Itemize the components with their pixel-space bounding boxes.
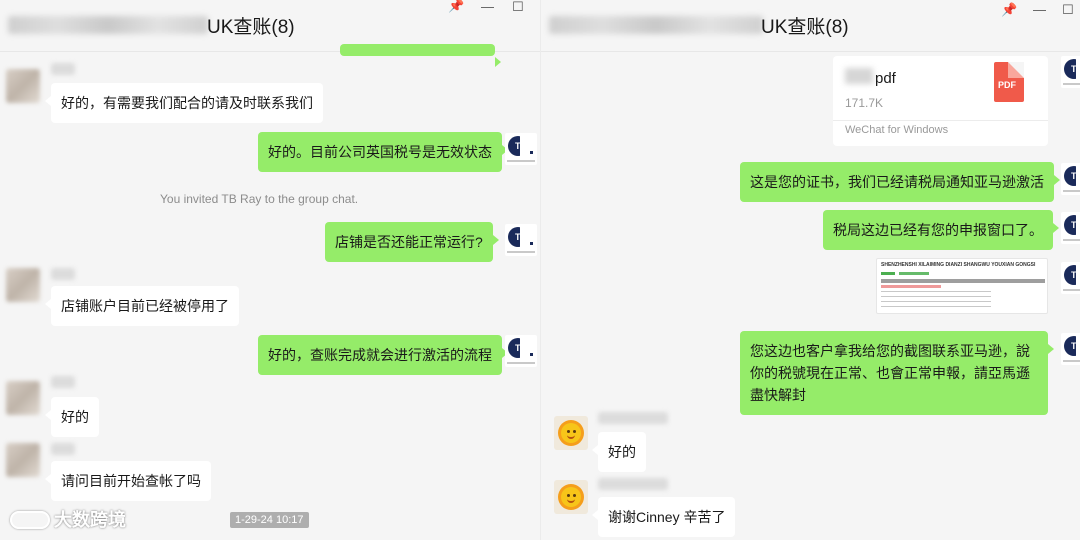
tb-logo-icon[interactable]: TB [505, 224, 537, 256]
message-bubble-outgoing[interactable]: 您这边也客户拿我给您的截图联系亚马逊，說你的税號現在正常、也會正常申報，請亞馬遜… [740, 331, 1054, 415]
minimize-button[interactable]: — [481, 0, 494, 14]
sun-avatar-icon[interactable] [554, 480, 588, 514]
chat-window-right: UK查账(8) 📌 — ☐ pdf 171.7K WeChat for Wind… [540, 0, 1080, 540]
timestamp: 1-29-24 10:17 [230, 512, 309, 528]
tb-logo-icon[interactable]: TB [505, 335, 537, 367]
message-bubble-incoming[interactable]: 好的 [592, 432, 646, 472]
watermark-text: 大数跨境 [54, 510, 126, 530]
avatar[interactable] [6, 268, 40, 302]
image-caption: SHENZHENSHI XILAIMING DIANZI SHANGWU YOU… [881, 262, 1036, 268]
sender-name-blurred [51, 443, 75, 455]
chat-window-left: UK查账(8) 📌 — ☐ 好的，有需要我们配合的请及时联系我们 好的。目前公司… [0, 0, 540, 540]
tb-logo-icon[interactable]: TB [1061, 262, 1080, 294]
image-detail [881, 279, 1045, 283]
avatar[interactable] [6, 381, 40, 415]
image-detail [881, 272, 895, 275]
message-bubble-outgoing[interactable]: 税局这边已经有您的申报窗口了。 [823, 210, 1059, 250]
pdf-icon-label: PDF [998, 80, 1016, 90]
title-bar: UK查账(8) 📌 — ☐ [541, 0, 1080, 52]
divider [833, 120, 1048, 121]
avatar[interactable] [6, 69, 40, 103]
sender-name-blurred [51, 63, 75, 75]
message-bubble-incoming[interactable]: 好的，有需要我们配合的请及时联系我们 [45, 83, 323, 123]
tb-logo-icon[interactable]: TB [1061, 333, 1080, 365]
image-detail [881, 296, 991, 297]
file-source: WeChat for Windows [845, 124, 949, 136]
file-name: pdf [875, 70, 896, 87]
message-bubble-outgoing[interactable]: 店铺是否还能正常运行? [325, 222, 499, 262]
file-size: 171.7K [845, 96, 884, 110]
watermark-logo-icon [10, 511, 50, 529]
sun-avatar-icon[interactable] [554, 416, 588, 450]
watermark: 大数跨境 [10, 506, 126, 532]
message-bubble-incoming[interactable]: 请问目前开始查帐了吗 [45, 461, 211, 501]
message-bubble-outgoing[interactable]: 好的，查账完成就会进行激活的流程 [258, 335, 508, 375]
sender-name-blurred [598, 478, 668, 490]
pin-icon[interactable]: 📌 [1001, 3, 1017, 17]
system-message: You invited TB Ray to the group chat. [160, 192, 359, 206]
chat-title: UK查账(8) [207, 17, 295, 38]
tb-logo-icon[interactable]: TB [505, 133, 537, 165]
message-bubble-incoming[interactable]: 谢谢Cinney 辛苦了 [591, 497, 736, 537]
file-name-blurred [845, 68, 873, 84]
message-bubble-outgoing[interactable]: 这是您的证书，我们已经请税局通知亚马逊激活 [740, 162, 1060, 202]
image-message[interactable]: SHENZHENSHI XILAIMING DIANZI SHANGWU YOU… [876, 258, 1048, 314]
tb-logo-icon[interactable]: TB [1061, 212, 1080, 244]
file-message[interactable]: pdf 171.7K WeChat for Windows PDF [833, 56, 1048, 146]
tb-logo-icon[interactable]: TB [1061, 56, 1080, 88]
image-detail [881, 306, 991, 307]
chat-title: UK查账(8) [761, 17, 849, 38]
blurred-group-name [549, 16, 763, 34]
image-detail [899, 272, 929, 275]
image-detail [881, 291, 991, 292]
maximize-button[interactable]: ☐ [512, 0, 524, 14]
image-detail [881, 285, 941, 288]
minimize-button[interactable]: — [1033, 3, 1046, 17]
image-detail [881, 301, 991, 302]
message-bubble-partial[interactable] [340, 44, 501, 67]
message-bubble-incoming[interactable]: 店铺账户目前已经被停用了 [45, 286, 239, 326]
tb-logo-icon[interactable]: TB [1061, 163, 1080, 195]
message-bubble-outgoing[interactable]: 好的。目前公司英国税号是无效状态 [258, 132, 508, 172]
blurred-group-name [8, 16, 208, 34]
maximize-button[interactable]: ☐ [1062, 3, 1074, 17]
avatar[interactable] [6, 443, 40, 477]
sender-name-blurred [51, 268, 75, 280]
sender-name-blurred [598, 412, 668, 424]
pdf-icon: PDF [994, 62, 1024, 102]
pin-icon[interactable]: 📌 [448, 0, 464, 13]
message-bubble-incoming[interactable]: 好的 [45, 397, 99, 437]
sender-name-blurred [51, 376, 75, 388]
